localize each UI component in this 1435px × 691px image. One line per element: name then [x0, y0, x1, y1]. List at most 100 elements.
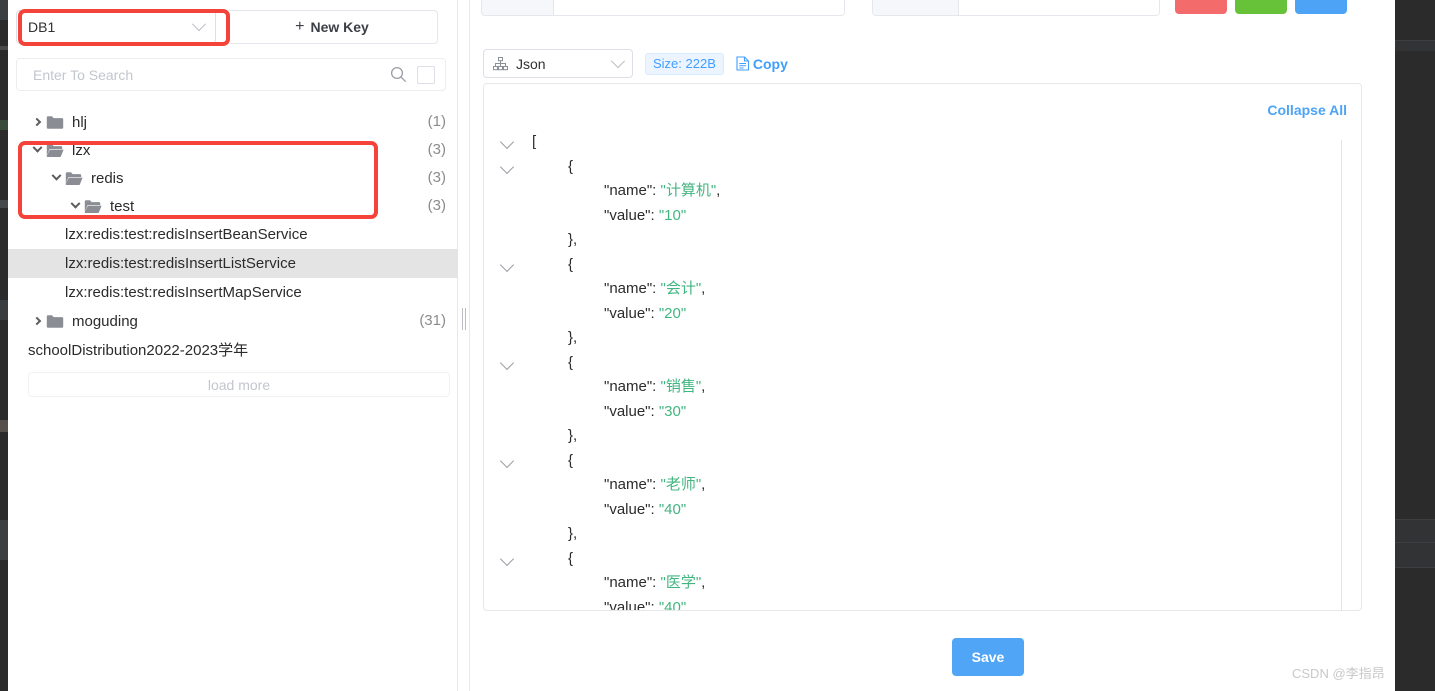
key-tree-folder-count: (3): [427, 197, 446, 214]
save-button[interactable]: Save: [952, 638, 1024, 676]
json-comma: ,: [701, 378, 706, 395]
json-string-value: "老师": [660, 476, 702, 493]
refresh-button[interactable]: [1295, 0, 1347, 14]
key-tree-folder-label: lzx: [72, 141, 91, 159]
json-line: },: [502, 424, 1361, 449]
json-pair: "name": "医学",: [502, 571, 705, 596]
folder-open-icon: [84, 199, 102, 213]
splitter-drag-handle[interactable]: [461, 308, 467, 330]
json-line: "value": "30": [502, 400, 1361, 425]
json-string-value: "计算机": [660, 182, 717, 199]
value-format-toolbar: Json Size: 222B Copy: [483, 49, 788, 78]
panel-splitter[interactable]: [458, 0, 470, 691]
tree-toggle[interactable]: [28, 117, 46, 127]
size-badge: Size: 222B: [645, 52, 724, 75]
chevron-right-icon[interactable]: [32, 117, 42, 127]
json-key: "name":: [604, 280, 661, 297]
json-string-value: "医学": [660, 574, 702, 591]
json-line: "name": "计算机",: [502, 179, 1361, 204]
json-line: [: [499, 130, 1361, 155]
json-line: "value": "20": [502, 302, 1361, 327]
json-pair: "value": "20": [502, 302, 686, 327]
key-tree-leaf-label: lzx:redis:test:redisInsertBeanService: [65, 226, 308, 243]
json-key: "value":: [604, 206, 659, 224]
json-line: "value": "10": [502, 204, 1361, 229]
json-token: },: [568, 525, 578, 542]
key-name-prefix-label: [482, 0, 554, 15]
key-tree-plain-label: schoolDistribution2022-2023学年: [28, 342, 249, 359]
json-line: "value": "40": [502, 498, 1361, 523]
key-tree-folder[interactable]: test (3): [8, 192, 458, 220]
search-input[interactable]: [31, 65, 390, 84]
json-comma: ,: [701, 574, 706, 591]
key-tree-folder-label: test: [110, 197, 135, 215]
ide-right-panel: [1395, 0, 1435, 691]
collapse-all-button[interactable]: Collapse All: [1267, 102, 1347, 118]
key-tree-plain-item[interactable]: schoolDistribution2022-2023学年: [8, 335, 458, 364]
key-tree-folder[interactable]: redis (3): [8, 164, 458, 192]
chevron-down-icon: [610, 53, 626, 68]
json-comma: ,: [716, 182, 721, 199]
key-name-input[interactable]: [554, 0, 844, 15]
ttl-input-group[interactable]: [872, 0, 1160, 16]
search-exact-checkbox[interactable]: [417, 65, 435, 84]
search-icon[interactable]: [390, 66, 407, 83]
json-string-value: "40": [658, 500, 687, 518]
key-tree-leaf[interactable]: lzx:redis:test:redisInsertMapService: [8, 278, 458, 307]
delete-button[interactable]: [1175, 0, 1227, 14]
json-comma: ,: [701, 476, 706, 493]
json-key: "name":: [604, 182, 661, 199]
key-tree-leaf-label: lzx:redis:test:redisInsertMapService: [65, 284, 302, 301]
chevron-down-icon[interactable]: [32, 142, 42, 153]
tree-toggle[interactable]: [28, 316, 46, 326]
tree-toggle[interactable]: [28, 142, 46, 154]
load-more-button[interactable]: load more: [28, 372, 450, 397]
chevron-down-icon[interactable]: [70, 198, 80, 209]
chevron-right-icon[interactable]: [32, 316, 42, 326]
confirm-button[interactable]: [1235, 0, 1287, 14]
value-format-select[interactable]: Json: [483, 49, 633, 78]
json-key: "name":: [604, 476, 661, 493]
json-key: "value":: [604, 402, 659, 420]
copy-button[interactable]: Copy: [736, 56, 788, 72]
load-more-label: load more: [207, 376, 271, 393]
key-tree-leaf[interactable]: lzx:redis:test:redisInsertBeanService: [8, 220, 458, 249]
key-tree-folder-count: (1): [427, 113, 446, 130]
json-content[interactable]: [{"name": "计算机", "value": "10"},{"name": …: [484, 130, 1361, 610]
app-window: DB1 + New Key hlj (1) lzx (3) redis (3): [0, 0, 1435, 691]
copy-file-icon: [736, 56, 749, 71]
sitemap-icon: [493, 56, 508, 70]
json-pair: "value": "40": [502, 498, 686, 523]
chevron-down-icon[interactable]: [51, 170, 61, 181]
key-browser-panel: DB1 + New Key hlj (1) lzx (3) redis (3): [8, 0, 458, 691]
key-tree-folder[interactable]: hlj (1): [8, 108, 458, 136]
key-tree-folder[interactable]: lzx (3): [8, 136, 458, 164]
json-key: "value":: [604, 500, 659, 518]
key-tree-folder-label: moguding: [72, 312, 138, 330]
json-token: },: [568, 427, 578, 444]
search-box[interactable]: [16, 58, 446, 91]
key-tree-folder-count: (31): [419, 312, 446, 329]
json-line: {: [499, 155, 1361, 180]
json-token: },: [568, 231, 578, 248]
key-tree-folder-label: hlj: [72, 113, 88, 131]
json-token: },: [568, 329, 578, 346]
key-tree-leaf[interactable]: lzx:redis:test:redisInsertListService: [8, 249, 458, 278]
key-tree-folder[interactable]: moguding (31): [8, 307, 458, 335]
value-format-value: Json: [516, 55, 546, 72]
json-string-value: "40": [658, 598, 687, 611]
folder-closed-icon: [46, 115, 64, 129]
ttl-input[interactable]: [959, 0, 1159, 15]
add-new-key-button[interactable]: + New Key: [226, 10, 438, 44]
json-editor[interactable]: Collapse All [{"name": "计算机", "value": "1…: [483, 83, 1362, 611]
key-name-input-group[interactable]: [481, 0, 845, 16]
json-line: "name": "会计",: [502, 277, 1361, 302]
db-select[interactable]: DB1: [16, 10, 216, 44]
tree-toggle[interactable]: [47, 170, 65, 182]
json-comma: ,: [701, 280, 706, 297]
copy-label: Copy: [752, 55, 788, 72]
tree-toggle[interactable]: [66, 198, 84, 210]
json-pair: "name": "老师",: [502, 473, 705, 498]
db-select-value: DB1: [28, 19, 56, 35]
new-key-label: New Key: [310, 19, 369, 35]
